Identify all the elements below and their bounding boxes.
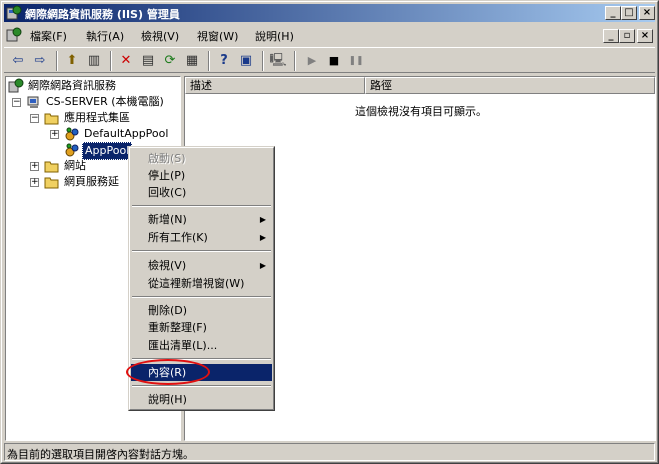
expand-icon[interactable]: + (30, 178, 39, 187)
toolbar-separator (56, 51, 58, 71)
tree-label: 網際網路資訊服務 (28, 79, 116, 92)
tree-label: CS-SERVER (本機電腦) (46, 95, 164, 108)
window-title: 網際網路資訊服務 (IIS) 管理員 (25, 8, 180, 21)
menu-item-help[interactable]: 說明(H) (131, 391, 272, 408)
status-text: 為目前的選取項目開啓內容對話方塊。 (7, 448, 194, 461)
tree-label: 應用程式集區 (64, 111, 130, 124)
tree-label: 網頁服務延 (64, 175, 119, 188)
menu-item-export-list[interactable]: 匯出清單(L)... (131, 337, 272, 354)
minimize-button[interactable]: _ (605, 6, 621, 20)
pause-icon[interactable]: ❚❚ (346, 51, 366, 71)
collapse-icon[interactable]: − (30, 114, 39, 123)
menu-action[interactable]: 執行(A) (86, 28, 124, 44)
close-button[interactable]: × (639, 6, 655, 20)
folder-open-icon (44, 113, 59, 125)
column-header-description[interactable]: 描述 (185, 77, 365, 94)
status-bar: 為目前的選取項目開啓內容對話方塊。 (4, 443, 655, 461)
empty-list-message: 這個檢視沒有項目可顯示。 (355, 105, 487, 118)
submenu-arrow-icon: ▶ (259, 261, 266, 270)
computer-icon[interactable]: 🖳 (268, 51, 288, 71)
mdi-close-button[interactable]: × (637, 29, 653, 43)
mdi-minimize-button[interactable]: _ (603, 29, 619, 43)
maximize-button[interactable]: □ (621, 6, 637, 20)
back-icon[interactable]: ⇦ (8, 51, 28, 71)
menu-bar: 檔案(F) 執行(A) 檢視(V) 視窗(W) 說明(H) _ ▫ × (4, 25, 655, 45)
menu-item-recycle[interactable]: 回收(C) (131, 184, 272, 201)
iis-manager-window: 網際網路資訊服務 (IIS) 管理員 _ □ × 檔案(F) 執行(A) 檢視(… (0, 0, 659, 464)
app-pool-icon (65, 127, 79, 141)
help-icon[interactable]: ? (214, 51, 234, 71)
toolbar-separator (208, 51, 210, 71)
menu-item-refresh[interactable]: 重新整理(F) (131, 319, 272, 336)
annotation-ellipse (126, 359, 210, 385)
console-panel-icon[interactable]: ▣ (236, 51, 256, 71)
menu-view[interactable]: 檢視(V) (141, 28, 179, 44)
menu-separator (132, 205, 271, 207)
submenu-arrow-icon: ▶ (259, 233, 266, 242)
toolbar-separator (294, 51, 296, 71)
app-pool-icon (65, 143, 79, 157)
toolbar: ⇦ ⇨ ⬆ ▥ ✕ ▤ ⟳ ▦ ? ▣ 🖳 ▶ ■ ❚❚ (4, 47, 655, 73)
tree-item-server[interactable]: − CS-SERVER (本機電腦) (12, 94, 182, 110)
mdi-restore-button[interactable]: ▫ (619, 29, 635, 43)
tree-label: 網站 (64, 159, 86, 172)
menu-window[interactable]: 視窗(W) (197, 28, 238, 44)
menu-item-label: 檢視(V) (148, 259, 187, 272)
menu-file[interactable]: 檔案(F) (30, 28, 67, 44)
forward-icon[interactable]: ⇨ (30, 51, 50, 71)
menu-item-new-window[interactable]: 從這裡新增視窗(W) (131, 275, 272, 292)
folder-icon (44, 177, 59, 189)
iis-root-icon (8, 78, 24, 93)
tree-item-app-pools[interactable]: − 應用程式集區 (30, 110, 180, 126)
collapse-icon[interactable]: − (12, 98, 21, 107)
stop-icon[interactable]: ■ (324, 51, 344, 71)
expand-icon[interactable]: + (50, 130, 59, 139)
menu-item-stop[interactable]: 停止(P) (131, 167, 272, 184)
menu-item-view[interactable]: 檢視(V) ▶ (131, 257, 272, 274)
console-menu-icon[interactable] (6, 27, 22, 43)
export-list-icon[interactable]: ▦ (182, 51, 202, 71)
refresh-icon[interactable]: ⟳ (160, 51, 180, 71)
toolbar-separator (262, 51, 264, 71)
column-header-path[interactable]: 路徑 (365, 77, 655, 94)
up-folder-icon[interactable]: ⬆ (62, 51, 82, 71)
tree-item-default-app-pool[interactable]: + DefaultAppPool (50, 126, 180, 142)
menu-separator (132, 385, 271, 387)
toolbar-separator (110, 51, 112, 71)
iis-app-icon (6, 5, 22, 20)
menu-item-label: 所有工作(K) (148, 231, 208, 244)
menu-item-all-tasks[interactable]: 所有工作(K) ▶ (131, 229, 272, 246)
tree-label: DefaultAppPool (84, 127, 169, 140)
expand-icon[interactable]: + (30, 162, 39, 171)
properties-icon[interactable]: ▤ (138, 51, 158, 71)
submenu-arrow-icon: ▶ (259, 215, 266, 224)
play-icon[interactable]: ▶ (302, 51, 322, 71)
show-tree-icon[interactable]: ▥ (84, 51, 104, 71)
menu-help[interactable]: 說明(H) (255, 28, 294, 44)
server-icon (27, 96, 39, 108)
menu-item-start[interactable]: 啟動(S) (131, 150, 272, 167)
menu-item-new[interactable]: 新增(N) ▶ (131, 211, 272, 228)
menu-separator (132, 250, 271, 252)
title-bar[interactable]: 網際網路資訊服務 (IIS) 管理員 _ □ × (4, 4, 655, 22)
menu-separator (132, 296, 271, 298)
delete-icon[interactable]: ✕ (116, 51, 136, 71)
menu-item-label: 新增(N) (148, 213, 187, 226)
folder-icon (44, 161, 59, 173)
menu-item-delete[interactable]: 刪除(D) (131, 302, 272, 319)
